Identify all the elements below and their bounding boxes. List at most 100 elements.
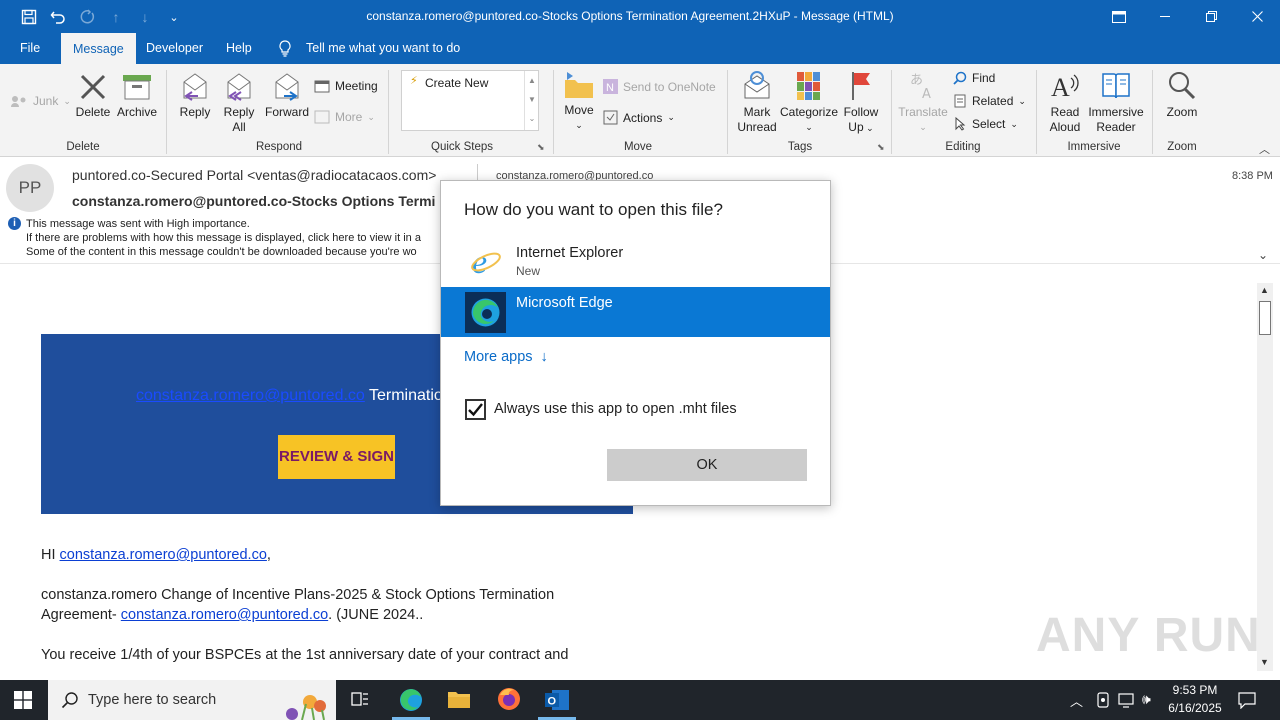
customize-toolbar-icon[interactable]: ⌄: [163, 6, 185, 28]
greeting-link[interactable]: constanza.romero@puntored.co: [60, 547, 267, 563]
mark-unread-button[interactable]: Mark Unread: [735, 70, 779, 135]
search-placeholder: Type here to search: [88, 692, 217, 708]
select-button[interactable]: Select ⌄: [953, 117, 1018, 131]
download-notice[interactable]: Some of the content in this message coul…: [26, 246, 417, 258]
more-apps-label: More apps: [464, 349, 533, 365]
option-sub: New: [516, 264, 541, 278]
move-button[interactable]: Move ⌄: [559, 70, 599, 133]
clock-time[interactable]: 9:53 PM: [1165, 683, 1225, 697]
actions-button[interactable]: Actions ⌄: [603, 110, 675, 125]
read-aloud-icon: A: [1051, 73, 1079, 102]
archive-button[interactable]: Archive: [115, 72, 159, 120]
paragraph-link[interactable]: constanza.romero@puntored.co: [121, 607, 328, 623]
info-icon: i: [8, 217, 21, 230]
more-icon: [314, 110, 330, 124]
tab-file[interactable]: File: [8, 33, 52, 64]
outlook-icon[interactable]: O: [544, 687, 570, 716]
undo-icon[interactable]: [47, 6, 69, 28]
chevron-up-icon[interactable]: ︿: [1070, 691, 1083, 710]
firefox-icon[interactable]: [497, 687, 521, 714]
option-microsoft-edge[interactable]: Microsoft Edge: [441, 287, 830, 337]
redo-icon[interactable]: [76, 6, 98, 28]
tab-help[interactable]: Help: [214, 33, 264, 64]
more-apps-link[interactable]: More apps ↓: [464, 349, 548, 365]
find-button[interactable]: Find: [953, 71, 995, 85]
send-to-onenote-label: Send to OneNote: [623, 79, 716, 94]
ribbon-display-options-icon[interactable]: [1096, 0, 1142, 33]
dialog-launcher-icon[interactable]: ⬊: [537, 142, 545, 153]
forward-button[interactable]: Forward: [263, 70, 311, 120]
meeting-button[interactable]: Meeting: [314, 79, 378, 93]
zoom-icon: [1169, 72, 1196, 100]
ribbon-separator: [1036, 70, 1037, 154]
svg-text:e: e: [472, 244, 487, 278]
lightbulb-icon: [278, 40, 292, 60]
task-view-icon[interactable]: [350, 690, 370, 713]
scroll-up-icon[interactable]: ▲: [1260, 285, 1269, 295]
quick-steps-gallery[interactable]: ⚡ Create New ▲ ▼ ⌄: [401, 70, 539, 131]
clock-date[interactable]: 6/16/2025: [1165, 701, 1225, 715]
svg-text:N: N: [606, 82, 614, 94]
actions-icon: [603, 110, 618, 125]
ribbon-separator: [1152, 70, 1153, 154]
sender[interactable]: puntored.co-Secured Portal <ventas@radio…: [72, 167, 436, 183]
network-device-icon[interactable]: [1096, 692, 1110, 711]
cursor-icon: [955, 117, 966, 131]
meeting-label: Meeting: [335, 79, 378, 93]
reply-button[interactable]: Reply: [177, 70, 213, 120]
paragraph-prefix: Agreement-: [41, 607, 121, 623]
tab-developer[interactable]: Developer: [134, 33, 215, 64]
read-aloud-button[interactable]: A Read Aloud: [1043, 70, 1087, 135]
close-button[interactable]: [1234, 0, 1280, 33]
more-respond-button[interactable]: More ⌄: [314, 110, 375, 124]
archive-label: Archive: [116, 105, 157, 119]
reply-all-button[interactable]: Reply All: [219, 70, 259, 135]
tell-me-search[interactable]: Tell me what you want to do: [306, 41, 460, 55]
dialog-launcher-icon[interactable]: ⬊: [877, 142, 885, 153]
scrollbar-thumb[interactable]: [1259, 301, 1271, 335]
delete-group-label: Delete: [66, 141, 100, 153]
always-use-checkbox[interactable]: [465, 399, 486, 420]
reply-all-label-1: Reply: [223, 105, 255, 119]
forward-label: Forward: [264, 105, 309, 119]
edge-taskbar-icon[interactable]: [398, 687, 424, 716]
down-arrow-icon[interactable]: ↓: [134, 6, 156, 28]
volume-icon[interactable]: 🕪: [1142, 691, 1151, 708]
importance-notice: This message was sent with High importan…: [26, 218, 250, 230]
translate-button[interactable]: あA Translate ⌄: [897, 70, 949, 135]
minimize-button[interactable]: [1142, 0, 1188, 33]
option-internet-explorer[interactable]: e Internet Explorer New: [441, 237, 830, 287]
windows-start-icon[interactable]: [14, 691, 32, 712]
create-new-label[interactable]: Create New: [425, 76, 488, 90]
restore-button[interactable]: [1188, 0, 1234, 33]
tab-message[interactable]: Message: [61, 33, 136, 64]
send-to-onenote-button[interactable]: N Send to OneNote: [603, 79, 716, 94]
delete-button[interactable]: Delete: [73, 72, 113, 120]
scroll-down-icon[interactable]: ▼: [1260, 657, 1269, 667]
immersive-reader-button[interactable]: Immersive Reader: [1087, 70, 1145, 135]
review-sign-button[interactable]: REVIEW & SIGN: [278, 435, 395, 479]
file-explorer-icon[interactable]: [447, 688, 471, 713]
collapse-ribbon-icon[interactable]: ︿: [1259, 141, 1270, 157]
zoom-button[interactable]: Zoom: [1160, 70, 1204, 120]
checkmark-icon: [468, 403, 483, 417]
junk-button[interactable]: Junk ⌄: [10, 94, 71, 108]
network-icon[interactable]: [1118, 692, 1136, 711]
quick-steps-scroll[interactable]: ▲ ▼ ⌄: [524, 71, 539, 130]
notifications-icon[interactable]: [1238, 691, 1256, 712]
taskbar-search-box[interactable]: Type here to search: [48, 680, 336, 720]
categorize-icon: [797, 72, 820, 100]
up-arrow-icon[interactable]: ↑: [105, 6, 127, 28]
follow-up-button[interactable]: Follow Up ⌄: [839, 70, 883, 136]
ok-button[interactable]: OK: [607, 449, 807, 481]
related-button[interactable]: Related ⌄: [953, 94, 1026, 108]
banner-link[interactable]: constanza.romero@puntored.co: [136, 387, 365, 404]
save-icon[interactable]: [18, 6, 40, 28]
zoom-group-label: Zoom: [1167, 141, 1197, 153]
search-icon: [61, 691, 79, 712]
avatar[interactable]: PP: [6, 164, 54, 212]
display-problem-notice[interactable]: If there are problems with how this mess…: [26, 232, 421, 244]
expand-info-icon[interactable]: ⌄: [1258, 248, 1268, 262]
ribbon-separator: [553, 70, 554, 154]
categorize-button[interactable]: Categorize ⌄: [779, 70, 839, 135]
